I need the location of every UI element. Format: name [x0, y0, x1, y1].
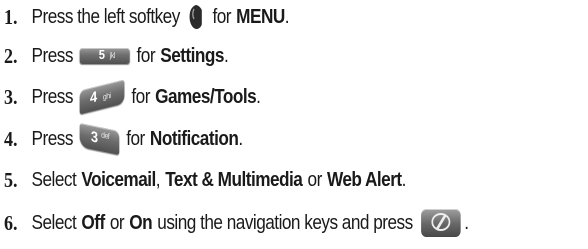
step-text: for: [136, 44, 156, 67]
step-text: for: [212, 5, 232, 28]
step-number: 4.: [4, 126, 18, 151]
games-tools-label: Games/Tools: [155, 85, 257, 108]
voicemail-label: Voicemail: [81, 168, 156, 191]
web-alert-label: Web Alert: [326, 168, 402, 191]
step-text: for: [126, 127, 145, 150]
separator: or: [109, 211, 125, 234]
key-5-icon: 5 jkl: [79, 47, 130, 64]
key-3-icon: 3 def: [79, 122, 120, 156]
separator: or: [307, 168, 323, 191]
step-4: 4. Press 3 def for Notification .: [4, 122, 243, 156]
notification-label: Notification: [149, 127, 239, 150]
key-letters: jkl: [109, 51, 115, 60]
step-number: 6.: [4, 210, 18, 235]
step-text: for: [131, 85, 150, 108]
key-letters: def: [101, 130, 110, 141]
step-text: Press: [31, 44, 74, 67]
step-number: 2.: [4, 43, 18, 68]
key-digit: 5: [98, 47, 105, 62]
ok-key-icon: [421, 209, 461, 237]
key-digit: 4: [90, 88, 97, 107]
step-6: 6. Select Off or On using the navigation…: [4, 208, 469, 238]
period: .: [284, 5, 290, 28]
step-3: 3. Press 4 ghi for Games/Tools .: [4, 79, 261, 115]
menu-label: MENU: [236, 5, 285, 28]
period: .: [401, 168, 407, 191]
on-label: On: [129, 211, 153, 234]
step-text: using the navigation keys and press: [157, 211, 413, 234]
step-text: Select: [31, 211, 77, 234]
settings-label: Settings: [160, 44, 224, 67]
step-number: 5.: [4, 167, 18, 192]
separator: ,: [155, 168, 161, 191]
step-text: Select: [31, 168, 77, 191]
step-text: Press the left softkey: [31, 5, 181, 28]
period: .: [223, 44, 229, 67]
step-1: 1. Press the left softkey for MENU .: [4, 2, 290, 32]
key-4-icon: 4 ghi: [79, 79, 125, 115]
period: .: [256, 85, 261, 108]
step-text: Press: [31, 127, 74, 150]
step-5: 5. Select Voicemail , Text & Multimedia …: [4, 165, 406, 195]
step-number: 3.: [4, 84, 18, 109]
step-number: 1.: [4, 4, 18, 29]
left-softkey-icon: [188, 4, 203, 30]
key-digit: 3: [90, 128, 98, 147]
step-2: 2. Press 5 jkl for Settings .: [4, 41, 229, 71]
off-label: Off: [81, 211, 105, 234]
text-multimedia-label: Text & Multimedia: [165, 168, 303, 191]
period: .: [464, 211, 469, 234]
key-letters: ghi: [103, 90, 111, 102]
step-text: Press: [31, 85, 74, 108]
period: .: [238, 127, 243, 150]
